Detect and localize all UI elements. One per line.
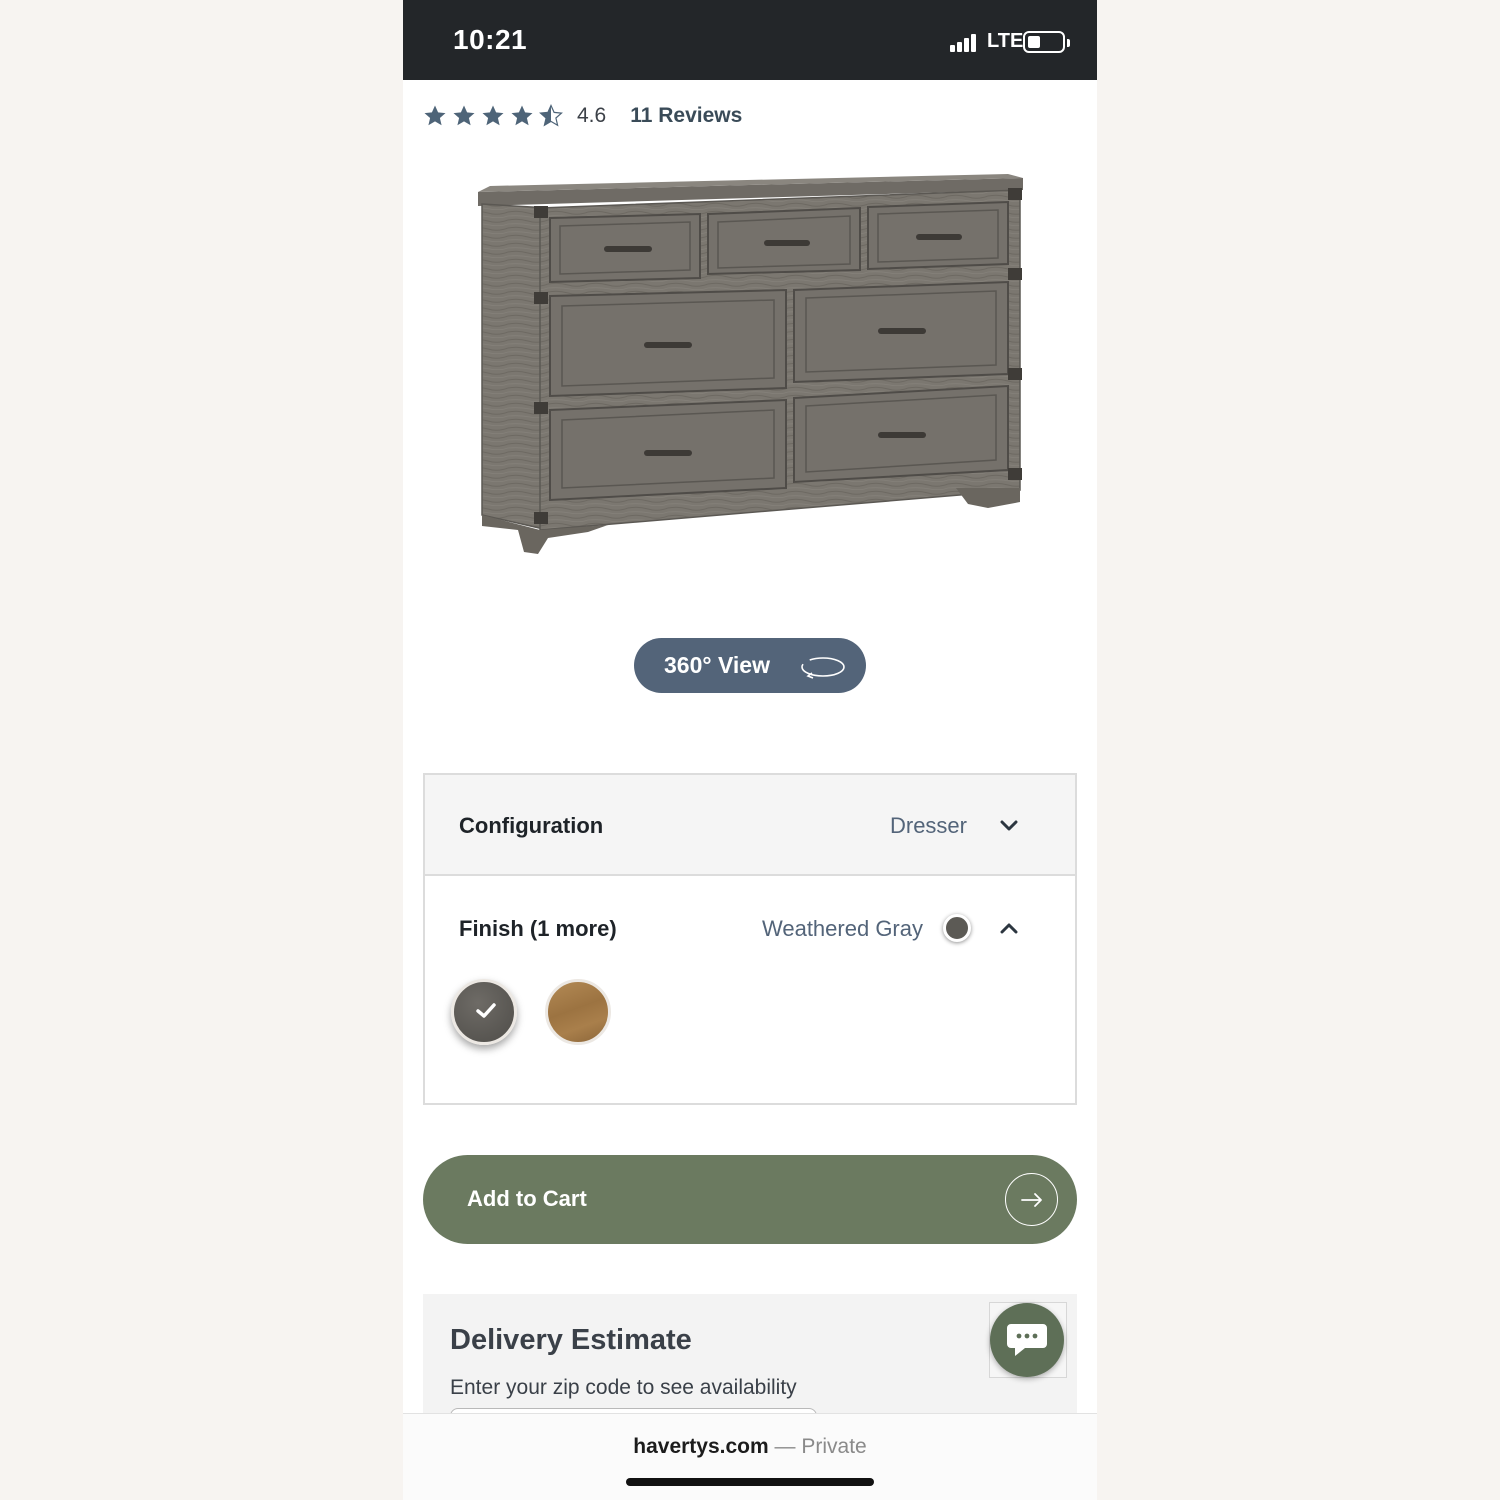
star-icon: [453, 105, 475, 126]
half-star-icon: [539, 104, 563, 127]
product-rating[interactable]: 4.6 11 Reviews: [423, 100, 742, 132]
finish-label: Finish (1 more): [459, 916, 617, 941]
360-view-button[interactable]: 360° View: [634, 638, 866, 693]
star-icon: [482, 105, 504, 126]
chevron-down-icon: [1000, 820, 1018, 831]
reviews-link[interactable]: 11 Reviews: [630, 104, 742, 128]
star-icon: [424, 105, 446, 126]
network-type: LTE: [987, 30, 1024, 52]
status-bar: 10:21 LTE: [403, 0, 1097, 80]
delivery-subtitle: Enter your zip code to see availability: [450, 1376, 797, 1399]
battery-icon: [1023, 31, 1070, 53]
url-text: havertys.com — Private: [403, 1435, 1097, 1459]
add-to-cart-label: Add to Cart: [467, 1186, 587, 1211]
browser-address-bar[interactable]: havertys.com — Private: [403, 1413, 1097, 1500]
star-rating: [423, 104, 563, 128]
configuration-selector[interactable]: Configuration Dresser: [425, 775, 1075, 876]
product-options: Configuration Dresser Finish (1 more) We…: [423, 773, 1077, 1105]
chat-button[interactable]: [990, 1303, 1064, 1377]
arrow-right-icon: [1005, 1173, 1058, 1226]
url-domain: havertys.com: [633, 1435, 769, 1458]
rotate-360-icon: [801, 657, 845, 679]
finish-value: Weathered Gray: [761, 916, 923, 941]
checkmark-icon: [476, 1003, 496, 1018]
phone-screen: 10:21 LTE 4.6 11 Reviews 360° View Confi…: [403, 0, 1097, 1500]
swatch-oak[interactable]: [545, 979, 611, 1045]
swatch-weathered-gray[interactable]: [451, 979, 517, 1045]
rating-value: 4.6: [577, 104, 607, 127]
configuration-value: Dresser: [889, 813, 967, 838]
finish-selector: Finish (1 more) Weathered Gray: [425, 878, 1075, 1103]
chevron-up-icon[interactable]: [999, 921, 1019, 935]
360-view-label: 360° View: [664, 652, 770, 678]
status-time: 10:21: [453, 24, 528, 55]
star-icon: [511, 105, 533, 126]
configuration-label: Configuration: [459, 813, 604, 838]
selected-finish-dot: [943, 914, 971, 942]
cellular-signal-icon: [950, 32, 984, 52]
home-indicator[interactable]: [626, 1478, 874, 1486]
delivery-title: Delivery Estimate: [450, 1324, 692, 1356]
delivery-estimate: Delivery Estimate Enter your zip code to…: [423, 1294, 1077, 1428]
chat-bubble-icon: [1007, 1324, 1047, 1356]
product-image[interactable]: [468, 170, 1033, 570]
add-to-cart-button[interactable]: Add to Cart: [423, 1155, 1077, 1244]
private-mode-label: — Private: [774, 1435, 867, 1458]
